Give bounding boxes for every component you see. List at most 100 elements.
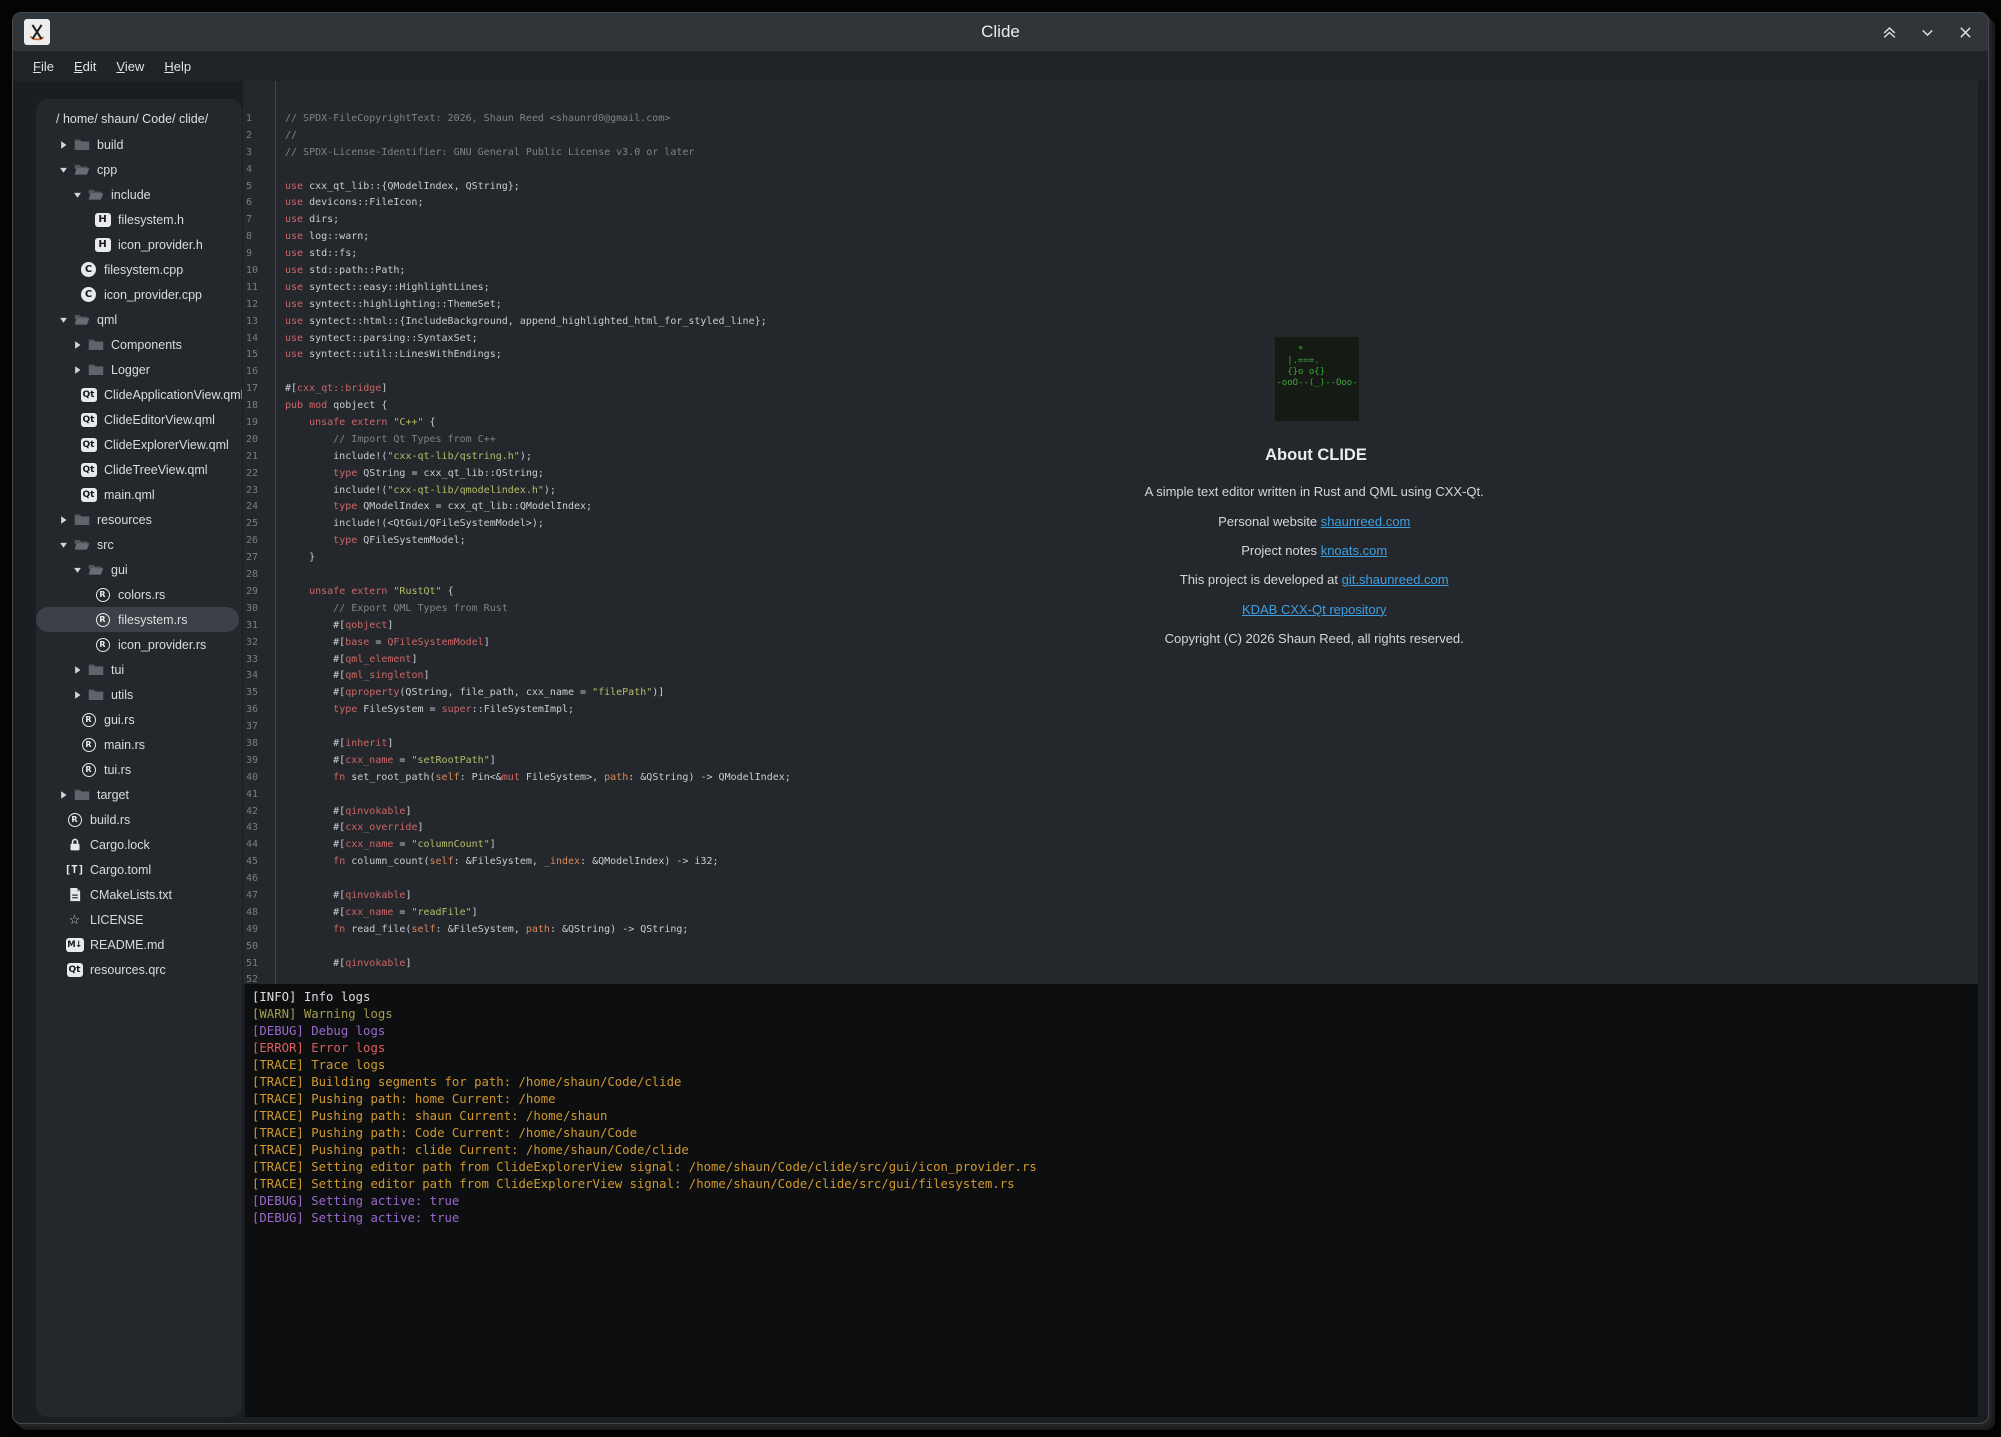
- h-file-icon: H: [93, 238, 112, 252]
- folder-open-icon: [86, 562, 105, 577]
- tree-item-license[interactable]: ☆LICENSE: [36, 907, 242, 932]
- chevron-down-icon[interactable]: [56, 540, 71, 550]
- line-number: 7: [246, 212, 258, 229]
- tree-item-readme-md[interactable]: M↓README.md: [36, 932, 242, 957]
- chevron-right-icon[interactable]: [70, 365, 85, 375]
- title-bar[interactable]: Clide: [13, 13, 1988, 52]
- chevron-down-icon[interactable]: [70, 565, 85, 575]
- code-line: #[qml_singleton]: [285, 668, 791, 685]
- code-line: use devicons::FileIcon;: [285, 195, 791, 212]
- code-line: type FileSystem = super::FileSystemImpl;: [285, 702, 791, 719]
- code-line: include!("cxx-qt-lib/qmodelindex.h");: [285, 483, 791, 500]
- tree-item-label: CMakeLists.txt: [90, 888, 172, 902]
- about-text: A simple text editor written in Rust and…: [1145, 484, 1484, 499]
- qt-file-icon: Qt: [79, 463, 98, 477]
- tree-item-build-rs[interactable]: Rbuild.rs: [36, 807, 242, 832]
- qt-file-icon: Qt: [79, 413, 98, 427]
- maximize-button[interactable]: [1880, 23, 1898, 41]
- tree-item-label: icon_provider.cpp: [104, 288, 202, 302]
- tree-item-filesystem-h[interactable]: Hfilesystem.h: [36, 207, 242, 232]
- code-line: #[cxx_qt::bridge]: [285, 381, 791, 398]
- code-line: #[qml_element]: [285, 652, 791, 669]
- code-line: [285, 939, 791, 956]
- line-number: 27: [246, 550, 258, 567]
- tree-item-target[interactable]: target: [36, 782, 242, 807]
- chevron-down-icon[interactable]: [70, 190, 85, 200]
- log-panel[interactable]: [INFO] Info logs[WARN] Warning logs[DEBU…: [245, 984, 1978, 1417]
- line-number: 45: [246, 854, 258, 871]
- tree-item-clideapplicationview-qml[interactable]: QtClideApplicationView.qml: [36, 382, 242, 407]
- tree-item-build[interactable]: build: [36, 132, 242, 157]
- close-button[interactable]: [1956, 23, 1974, 41]
- chevron-right-icon[interactable]: [70, 340, 85, 350]
- code-line: use syntect::highlighting::ThemeSet;: [285, 297, 791, 314]
- tree-item-qml[interactable]: qml: [36, 307, 242, 332]
- tree-item-cargo-lock[interactable]: Cargo.lock: [36, 832, 242, 857]
- folder-icon: [72, 787, 91, 802]
- tree-item-gui[interactable]: gui: [36, 557, 242, 582]
- tree-item-colors-rs[interactable]: Rcolors.rs: [36, 582, 242, 607]
- tree-item-resources-qrc[interactable]: Qtresources.qrc: [36, 957, 242, 982]
- chevron-right-icon[interactable]: [56, 140, 71, 150]
- chevron-down-icon[interactable]: [56, 315, 71, 325]
- line-number: 48: [246, 905, 258, 922]
- tree-item-clideeditorview-qml[interactable]: QtClideEditorView.qml: [36, 407, 242, 432]
- line-number: 5: [246, 179, 258, 196]
- chevron-right-icon[interactable]: [70, 665, 85, 675]
- line-number: 44: [246, 837, 258, 854]
- chevron-right-icon[interactable]: [70, 690, 85, 700]
- line-number: 32: [246, 635, 258, 652]
- line-number: 34: [246, 668, 258, 685]
- line-number: 12: [246, 297, 258, 314]
- menu-item-file[interactable]: File: [23, 55, 64, 78]
- chevron-right-icon[interactable]: [56, 515, 71, 525]
- line-number: 9: [246, 246, 258, 263]
- code-line: // SPDX-FileCopyrightText: 2026, Shaun R…: [285, 111, 791, 128]
- rust-file-icon: R: [65, 813, 84, 827]
- code-line: }: [285, 550, 791, 567]
- log-line-error: [ERROR] Error logs: [252, 1040, 1978, 1057]
- line-number: 8: [246, 229, 258, 246]
- line-number: 24: [246, 499, 258, 516]
- menu-item-help[interactable]: Help: [154, 55, 201, 78]
- tree-item-cmakelists-txt[interactable]: CMakeLists.txt: [36, 882, 242, 907]
- minimize-button[interactable]: [1918, 23, 1936, 41]
- link-kdab-cxx-qt-repository[interactable]: KDAB CXX-Qt repository: [1242, 602, 1387, 617]
- tree-item-tui[interactable]: tui: [36, 657, 242, 682]
- link-shaunreed-com[interactable]: shaunreed.com: [1321, 514, 1411, 529]
- tree-item-filesystem-cpp[interactable]: Cfilesystem.cpp: [36, 257, 242, 282]
- tree-item-clideexplorerview-qml[interactable]: QtClideExplorerView.qml: [36, 432, 242, 457]
- chevron-right-icon[interactable]: [56, 790, 71, 800]
- line-number: 42: [246, 804, 258, 821]
- tree-item-cpp[interactable]: cpp: [36, 157, 242, 182]
- tree-item-utils[interactable]: utils: [36, 682, 242, 707]
- tree-item-include[interactable]: include: [36, 182, 242, 207]
- about-line: Copyright (C) 2026 Shaun Reed, all right…: [1066, 624, 1566, 653]
- line-number: 13: [246, 314, 258, 331]
- tree-item-src[interactable]: src: [36, 532, 242, 557]
- tree-item-tui-rs[interactable]: Rtui.rs: [36, 757, 242, 782]
- chevron-down-icon[interactable]: [56, 165, 71, 175]
- folder-icon: [72, 137, 91, 152]
- tree-item-clidetreeview-qml[interactable]: QtClideTreeView.qml: [36, 457, 242, 482]
- tree-item-cargo-toml[interactable]: [T]Cargo.toml: [36, 857, 242, 882]
- about-line: This project is developed at git.shaunre…: [1066, 565, 1566, 594]
- menu-item-edit[interactable]: Edit: [64, 55, 106, 78]
- tree-item-icon-provider-cpp[interactable]: Cicon_provider.cpp: [36, 282, 242, 307]
- tree-item-main-rs[interactable]: Rmain.rs: [36, 732, 242, 757]
- tree-item-gui-rs[interactable]: Rgui.rs: [36, 707, 242, 732]
- line-number: 11: [246, 280, 258, 297]
- tree-item-icon-provider-h[interactable]: Hicon_provider.h: [36, 232, 242, 257]
- tree-item-resources[interactable]: resources: [36, 507, 242, 532]
- tree-item-icon-provider-rs[interactable]: Ricon_provider.rs: [36, 632, 242, 657]
- tree-item-components[interactable]: Components: [36, 332, 242, 357]
- tree-item-filesystem-rs[interactable]: Rfilesystem.rs: [36, 607, 239, 632]
- link-knoats-com[interactable]: knoats.com: [1321, 543, 1387, 558]
- tree-item-main-qml[interactable]: Qtmain.qml: [36, 482, 242, 507]
- menu-item-view[interactable]: View: [106, 55, 154, 78]
- code-editor[interactable]: 1234567891011121314151617181920212223242…: [243, 81, 1978, 984]
- file-tree: buildcppincludeHfilesystem.hHicon_provid…: [36, 132, 242, 982]
- link-git-shaunreed-com[interactable]: git.shaunreed.com: [1342, 572, 1449, 587]
- code-line: #[base = QFileSystemModel]: [285, 635, 791, 652]
- tree-item-logger[interactable]: Logger: [36, 357, 242, 382]
